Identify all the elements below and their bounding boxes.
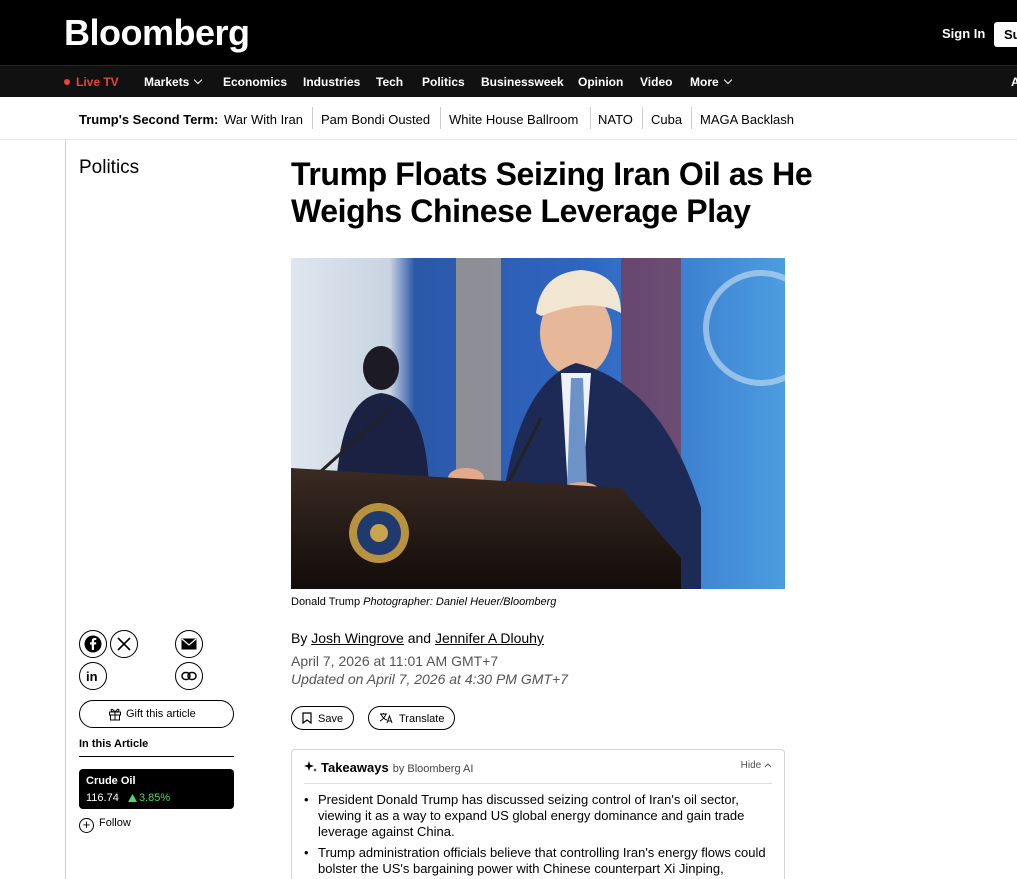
main-nav: Live TV Markets Economics Industries Tec… <box>0 65 1017 97</box>
topic-divider <box>691 107 692 129</box>
copy-link-button[interactable] <box>175 662 203 690</box>
bloomberg-logo[interactable]: Bloomberg <box>64 12 250 54</box>
ticker-name: Crude Oil <box>86 775 136 787</box>
topic-link[interactable]: War With Iran <box>224 112 303 127</box>
topic-link[interactable]: Pam Bondi Ousted <box>321 112 430 127</box>
nav-more[interactable]: More <box>690 75 732 89</box>
nav-live-label: Live TV <box>76 75 119 89</box>
in-this-article-heading: In this Article <box>79 738 149 750</box>
topic-bar: Trump's Second Term: War With Iran Pam B… <box>0 97 1017 140</box>
linkedin-icon: in <box>86 669 98 683</box>
nav-opinion[interactable]: Opinion <box>578 75 623 89</box>
facebook-share-button[interactable] <box>79 630 107 658</box>
article-headline: Trump Floats Seizing Iran Oil as He Weig… <box>291 156 813 229</box>
gift-label: Gift this article <box>126 708 196 720</box>
topic-divider <box>440 107 441 129</box>
takeaways-box: Takeawaysby Bloomberg AI Hide President … <box>291 749 785 879</box>
takeaway-item: Trump administration officials believe t… <box>304 845 774 877</box>
takeaways-source: by Bloomberg AI <box>392 763 474 775</box>
nav-tech[interactable]: Tech <box>376 75 403 89</box>
nav-overflow-item[interactable]: A <box>1011 75 1017 89</box>
topic-divider <box>312 107 313 129</box>
x-share-button[interactable] <box>110 630 138 658</box>
ticker-price: 116.74 <box>86 792 119 804</box>
sign-in-link[interactable]: Sign In <box>942 26 985 41</box>
takeaways-header: Takeaways by Bloomberg AI <box>304 760 473 775</box>
ticker-change: 3.85% <box>128 792 170 804</box>
nav-economics[interactable]: Economics <box>223 75 287 89</box>
caption-subject: Donald Trump <box>291 596 361 608</box>
section-label[interactable]: Politics <box>79 157 139 179</box>
link-icon <box>181 671 197 681</box>
topic-divider <box>590 107 591 129</box>
subscribe-button[interactable]: Su <box>994 22 1017 47</box>
hide-label: Hide <box>740 760 762 771</box>
nav-markets[interactable]: Markets <box>144 75 203 89</box>
nav-businessweek[interactable]: Businessweek <box>481 75 564 89</box>
svg-text:in: in <box>86 669 98 683</box>
nav-more-label: More <box>690 75 719 89</box>
topic-divider <box>642 107 643 129</box>
triangle-up-icon <box>128 794 137 802</box>
topic-link[interactable]: Cuba <box>651 112 682 127</box>
topic-link[interactable]: NATO <box>598 112 633 127</box>
x-icon <box>117 637 131 651</box>
takeaways-hide-button[interactable]: Hide <box>741 760 772 771</box>
live-dot-icon <box>64 79 70 85</box>
nav-video[interactable]: Video <box>640 75 672 89</box>
translate-label: Translate <box>399 713 445 725</box>
nav-markets-label: Markets <box>144 75 190 89</box>
chevron-up-icon <box>764 763 772 768</box>
bookmark-icon <box>302 712 312 725</box>
takeaway-item: President Donald Trump has discussed sei… <box>304 792 774 840</box>
caption-credit: Photographer: Daniel Heuer/Bloomberg <box>363 596 557 608</box>
save-label: Save <box>318 713 344 725</box>
translate-button[interactable]: Translate <box>368 706 456 730</box>
sparkle-icon <box>304 761 317 772</box>
author-link[interactable]: Jennifer A Dlouhy <box>435 630 544 646</box>
gift-article-button[interactable]: Gift this article <box>79 700 234 728</box>
byline: By Josh Wingrove and Jennifer A Dlouhy <box>291 630 544 646</box>
nav-industries[interactable]: Industries <box>303 75 360 89</box>
topic-bar-label: Trump's Second Term: <box>79 112 219 127</box>
gift-icon <box>109 708 121 721</box>
email-icon <box>181 638 197 650</box>
takeaways-list: President Donald Trump has discussed sei… <box>304 792 774 879</box>
publish-date: April 7, 2026 at 11:01 AM GMT+7 <box>291 653 499 669</box>
plus-icon: + <box>79 818 94 833</box>
email-share-button[interactable] <box>175 630 203 658</box>
nav-politics[interactable]: Politics <box>422 75 465 89</box>
in-article-divider <box>79 756 234 757</box>
follow-button[interactable]: + Follow <box>79 817 131 833</box>
chevron-down-icon <box>194 75 203 85</box>
left-rule <box>65 140 66 879</box>
byline-and: and <box>407 630 432 646</box>
updated-date: Updated on April 7, 2026 at 4:30 PM GMT+… <box>291 671 568 687</box>
photo-caption: Donald Trump Photographer: Daniel Heuer/… <box>291 596 556 608</box>
ticker-change-value: 3.85% <box>139 792 171 804</box>
byline-by: By <box>291 630 308 646</box>
author-link[interactable]: Josh Wingrove <box>311 630 404 646</box>
facebook-icon <box>84 635 102 653</box>
takeaways-title: Takeaways <box>321 760 389 775</box>
topic-link[interactable]: White House Ballroom <box>449 112 578 127</box>
crude-oil-ticker[interactable]: Crude Oil 116.74 3.85% <box>79 769 234 809</box>
nav-live-tv[interactable]: Live TV <box>64 75 119 89</box>
chevron-down-icon <box>723 75 732 85</box>
site-header: Bloomberg Sign In Su <box>0 0 1017 65</box>
save-button[interactable]: Save <box>291 706 355 730</box>
follow-label: Follow <box>99 817 131 829</box>
linkedin-share-button[interactable]: in <box>79 662 107 690</box>
takeaways-divider <box>304 783 772 784</box>
translate-icon <box>379 713 393 724</box>
topic-link[interactable]: MAGA Backlash <box>700 112 794 127</box>
article-photo <box>291 258 785 589</box>
